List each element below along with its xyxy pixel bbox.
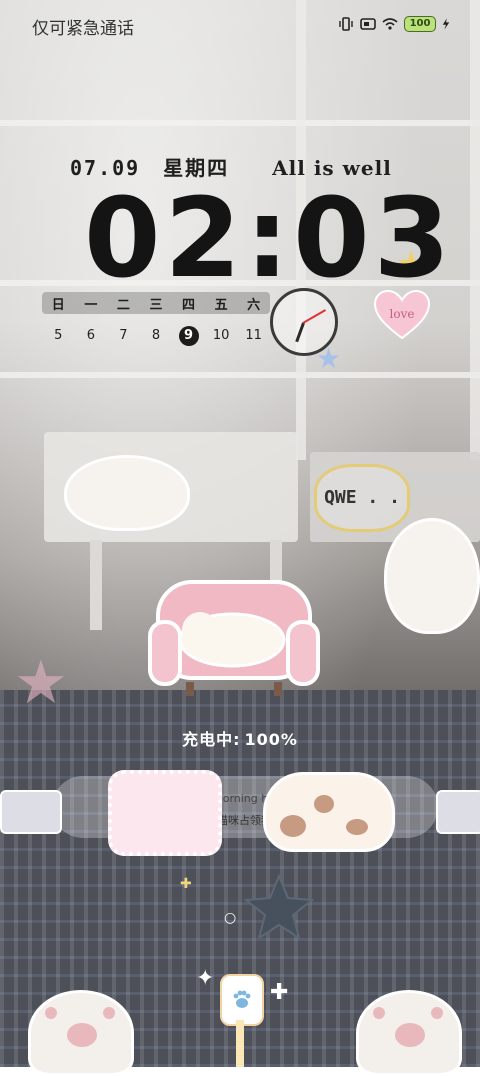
laptop-cat-illustration <box>0 790 62 834</box>
lockscreen-clock[interactable]: 02:03 <box>84 178 454 298</box>
vibrate-icon <box>339 17 353 31</box>
weekday-sun: 日 <box>51 297 65 313</box>
cat-sleeping-illustration <box>64 455 190 531</box>
cat-paw-right-illustration <box>356 990 462 1076</box>
cat-paw-left-illustration <box>28 990 134 1076</box>
paw-pad <box>395 1023 425 1047</box>
weekday-tue: 二 <box>116 297 130 313</box>
sparkle-icon: ✚ <box>180 876 192 892</box>
charging-bolt-icon <box>442 18 450 30</box>
sparkle-icon: ✚ <box>270 980 289 1005</box>
shelf <box>0 372 480 378</box>
calendar-day: 5 <box>54 328 63 343</box>
star-icon: ★ <box>14 648 68 718</box>
calendar-day-today: 9 <box>178 326 199 346</box>
camera-shortcut-button[interactable] <box>220 974 264 1026</box>
weekday-sat: 六 <box>247 297 261 313</box>
calendar-widget[interactable]: 日 一 二 三 四 五 六 5 6 7 8 9 10 11 <box>42 292 270 346</box>
calendar-weekday-header: 日 一 二 三 四 五 六 <box>42 292 270 314</box>
status-bar: 仅可紧急通话 100 <box>0 0 480 48</box>
cat-stretching-illustration <box>384 518 480 634</box>
paw-pad <box>67 1023 97 1047</box>
charging-percent: 100% <box>244 730 298 749</box>
charging-status: 充电中: 100% <box>0 726 480 750</box>
shelf-pillar <box>470 0 480 460</box>
minute-hand <box>302 309 327 324</box>
status-icons: 100 <box>338 16 450 32</box>
wifi-icon <box>382 18 398 30</box>
weekday-thu: 四 <box>182 297 196 313</box>
sim-icon <box>360 18 376 30</box>
calendar-day: 7 <box>119 328 128 343</box>
sparkle-icon: ○ <box>224 910 237 926</box>
cat-spot <box>314 795 334 813</box>
calendar-day: 8 <box>151 328 161 343</box>
paw-pad <box>373 1007 385 1019</box>
speech-bubble: QWE . . <box>314 464 410 532</box>
calendar-days-row: 5 6 7 8 9 10 11 <box>42 326 270 346</box>
weekday-fri: 五 <box>214 297 228 313</box>
calendar-day: 11 <box>245 328 262 343</box>
laptop-illustration <box>436 790 480 834</box>
paw-pad <box>45 1007 57 1019</box>
weekday-mon: 一 <box>84 297 98 313</box>
spotted-cat-illustration <box>263 772 395 852</box>
hour-hand <box>295 322 305 343</box>
camera-stick-decoration <box>236 1020 244 1067</box>
paw-pad <box>103 1007 115 1019</box>
paw-camera-icon <box>233 990 251 1008</box>
charging-label: 充电中: <box>182 730 241 749</box>
cat-spot <box>346 819 368 835</box>
weekday-wed: 三 <box>149 297 163 313</box>
carrier-status: 仅可紧急通话 <box>32 19 134 39</box>
pink-note-sticker <box>108 770 222 856</box>
analog-clock-icon <box>270 288 338 356</box>
battery-icon: 100 <box>404 16 436 32</box>
cat-spot <box>280 815 306 837</box>
desk-leg <box>90 540 102 630</box>
sofa-cat-illustration <box>148 580 320 696</box>
paw-pad <box>431 1007 443 1019</box>
calendar-day: 10 <box>212 328 230 343</box>
heart-label: love <box>390 307 415 321</box>
sparkle-icon: ✦ <box>196 966 215 991</box>
star-icon <box>244 873 314 941</box>
shelf <box>0 120 480 126</box>
calendar-day: 6 <box>86 328 95 343</box>
